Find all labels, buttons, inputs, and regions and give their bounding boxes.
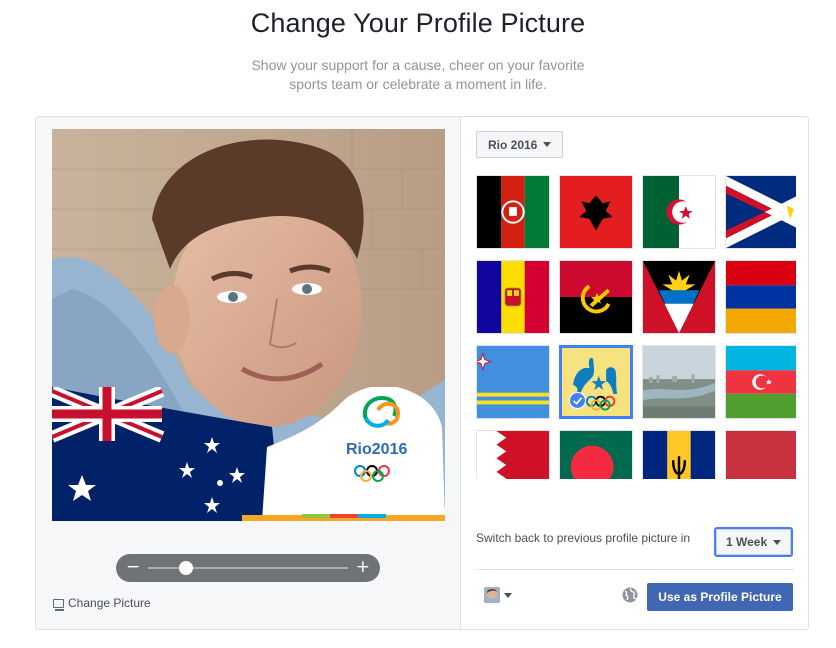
frame-american-samoa[interactable] — [725, 175, 796, 249]
caret-down-icon — [773, 539, 782, 545]
azerbaijan-flag-icon — [726, 346, 796, 418]
australia-flag-overlay: Rio2016 — [49, 385, 445, 521]
frames-grid-scroll[interactable] — [476, 175, 796, 479]
frames-grid — [476, 175, 796, 479]
audience-selector[interactable] — [484, 587, 512, 603]
afghanistan-flag-icon — [477, 176, 549, 248]
belarus-flag-icon — [726, 431, 796, 479]
frame-albania[interactable] — [559, 175, 633, 249]
preview-pane: Rio2016 − + Change Picture — [36, 117, 461, 629]
frame-afghanistan[interactable] — [476, 175, 550, 249]
caret-down-icon — [504, 592, 512, 598]
algeria-flag-icon — [643, 176, 715, 248]
zoom-handle[interactable] — [179, 561, 193, 575]
american-samoa-flag-icon — [726, 176, 796, 248]
caret-down-icon — [543, 142, 552, 147]
frame-australia[interactable] — [559, 345, 633, 419]
globe-icon — [622, 587, 638, 603]
frame-category-label: Rio 2016 — [488, 137, 538, 152]
monitor-icon — [53, 598, 64, 611]
barbados-flag-icon — [643, 431, 715, 479]
zoom-out-button[interactable]: − — [126, 557, 140, 577]
selected-check-icon — [569, 392, 586, 409]
frame-category-dropdown[interactable]: Rio 2016 — [476, 131, 564, 158]
change-picture-label: Change Picture — [68, 596, 151, 610]
profile-frame-dialog: Rio2016 − + Change Picture Rio 2016 Swit… — [35, 116, 809, 630]
frame-angola[interactable] — [559, 260, 633, 334]
bangladesh-flag-icon — [560, 431, 632, 479]
page-subtitle: Show your support for a cause, cheer on … — [218, 56, 618, 94]
angola-flag-icon — [560, 261, 632, 333]
rio2016-logo-text: Rio2016 — [346, 441, 407, 458]
frame-bangladesh[interactable] — [559, 430, 633, 479]
divider — [476, 569, 794, 570]
use-as-profile-picture-button[interactable]: Use as Profile Picture — [647, 583, 793, 611]
zoom-in-button[interactable]: + — [356, 557, 370, 577]
austria-city-photo-icon — [643, 346, 715, 418]
avatar — [484, 587, 500, 603]
aruba-flag-icon — [477, 346, 549, 418]
subtitle-line-1: Show your support for a cause, cheer on … — [251, 57, 585, 73]
frame-aruba[interactable] — [476, 345, 550, 419]
change-picture-link[interactable]: Change Picture — [53, 596, 151, 611]
frame-belarus[interactable] — [725, 430, 796, 479]
page-title: Change Your Profile Picture — [250, 8, 586, 38]
bahrain-flag-icon — [477, 431, 549, 479]
duration-dropdown[interactable]: 1 Week — [714, 527, 794, 557]
armenia-flag-icon — [726, 261, 796, 333]
frame-bahrain[interactable] — [476, 430, 550, 479]
frames-pane: Rio 2016 Switch back to previous profile… — [461, 117, 808, 629]
antigua-and-barbuda-flag-icon — [643, 261, 715, 333]
switch-back-label: Switch back to previous profile picture … — [476, 531, 691, 545]
frame-austria[interactable] — [642, 345, 716, 419]
zoom-track[interactable] — [148, 567, 348, 569]
subtitle-line-2: sports team or celebrate a moment in lif… — [289, 76, 547, 92]
frame-armenia[interactable] — [725, 260, 796, 334]
frame-barbados[interactable] — [642, 430, 716, 479]
andorra-flag-icon — [477, 261, 549, 333]
albania-flag-icon — [560, 176, 632, 248]
frame-algeria[interactable] — [642, 175, 716, 249]
frame-azerbaijan[interactable] — [725, 345, 796, 419]
frame-antigua-and-barbuda[interactable] — [642, 260, 716, 334]
zoom-slider[interactable]: − + — [116, 554, 380, 582]
duration-value: 1 Week — [726, 535, 768, 549]
frame-andorra[interactable] — [476, 260, 550, 334]
